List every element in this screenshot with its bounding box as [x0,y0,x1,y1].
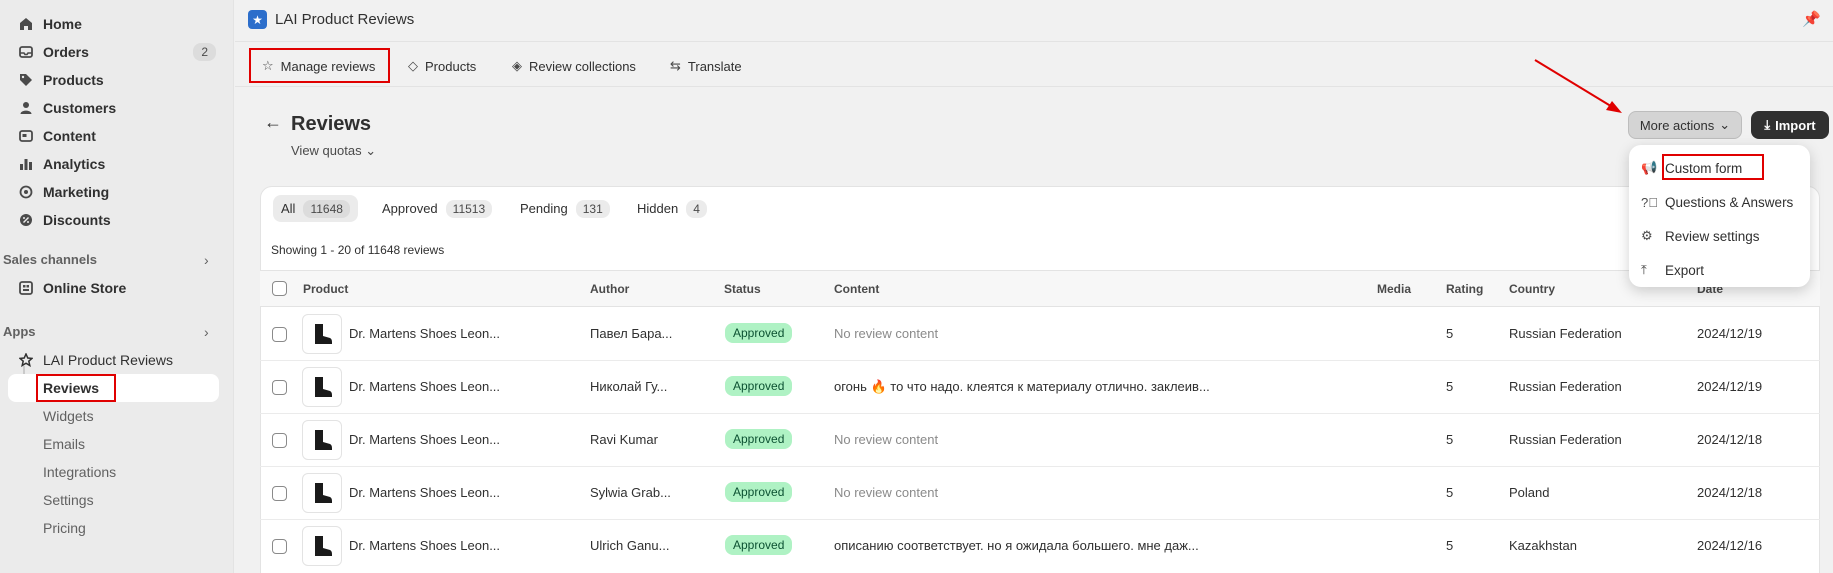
annotation-arrow [1534,59,1622,113]
